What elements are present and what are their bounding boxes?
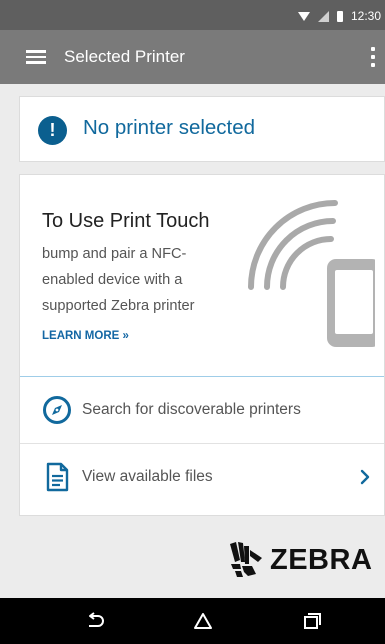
menu-icon[interactable] — [26, 50, 46, 64]
app-bar: Selected Printer — [0, 30, 385, 84]
battery-icon — [336, 10, 343, 22]
printer-status-card[interactable]: ! No printer selected — [19, 96, 385, 162]
search-printers-label: Search for discoverable printers — [82, 401, 301, 418]
search-printers-row[interactable]: Search for discoverable printers — [20, 376, 384, 443]
view-files-label: View available files — [82, 468, 213, 485]
overflow-menu-icon[interactable] — [370, 47, 376, 67]
learn-more-link[interactable]: LEARN MORE » — [42, 330, 129, 342]
print-touch-card: To Use Print Touch bump and pair a NFC-e… — [19, 174, 385, 516]
chevron-right-icon — [360, 469, 370, 485]
status-time: 12:30 — [350, 9, 381, 23]
recent-apps-icon[interactable] — [302, 612, 322, 630]
print-touch-title: To Use Print Touch — [42, 210, 210, 232]
status-bar: 12:30 — [0, 0, 385, 30]
navigation-bar — [0, 598, 385, 644]
alert-icon: ! — [38, 116, 67, 145]
compass-icon — [43, 396, 71, 424]
wifi-icon — [297, 11, 310, 21]
zebra-head-icon — [230, 542, 262, 577]
back-icon[interactable] — [85, 612, 105, 630]
nfc-phone-icon — [248, 200, 375, 347]
view-files-row[interactable]: View available files — [20, 443, 384, 510]
document-icon — [46, 462, 69, 492]
print-touch-description: bump and pair a NFC-enabled device with … — [42, 246, 195, 314]
zebra-wordmark: ZEBRA — [270, 544, 373, 576]
printer-status-message: No printer selected — [83, 116, 256, 139]
status-icons: 12:30 — [297, 9, 381, 23]
signal-icon — [317, 10, 329, 22]
home-icon[interactable] — [193, 612, 213, 630]
zebra-logo: ZEBRA — [228, 538, 378, 582]
app-bar-title: Selected Printer — [64, 47, 185, 66]
